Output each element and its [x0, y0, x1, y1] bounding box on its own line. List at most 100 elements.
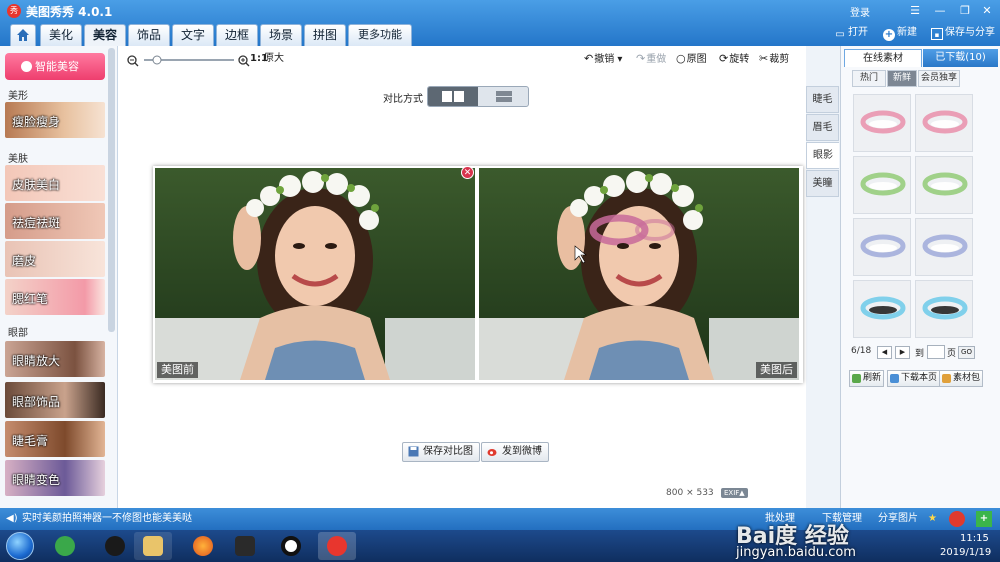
redo-icon: ↷ [636, 52, 646, 65]
download-page-button[interactable]: 下载本页 [887, 370, 941, 387]
split-horizontal-icon [496, 91, 512, 102]
eyeshadow-thumbnail[interactable] [915, 280, 973, 338]
crop-button[interactable]: ✂裁剪 [759, 52, 789, 67]
post-weibo-button[interactable]: 发到微博 [481, 442, 549, 462]
material-pack-button[interactable]: 素材包 [939, 370, 984, 387]
tab-accessories[interactable]: 饰品 [128, 24, 170, 46]
new-button[interactable]: + 新建 [883, 25, 917, 41]
eyeshadow-thumbnail[interactable] [853, 94, 911, 152]
compare-photo-frame: 美图前 ✕ 美图后 [153, 166, 803, 383]
eyeshadow-icon [922, 296, 968, 320]
firefox-icon [193, 536, 213, 556]
open-button[interactable]: ▭ 打开 [834, 25, 868, 41]
eyeshadow-thumbnail[interactable] [853, 280, 911, 338]
save-share-button[interactable]: ▪ 保存与分享 [931, 25, 995, 41]
eyeshadow-thumbnail[interactable] [915, 156, 973, 214]
sidebar-item-eye-enlarge[interactable]: 眼睛放大 [5, 341, 105, 377]
tab-online-materials[interactable]: 在线素材 [844, 49, 922, 67]
sidebar-item-skin-smoothing[interactable]: 磨皮 [5, 241, 105, 277]
smart-beauty-button[interactable]: 智能美容 [5, 53, 105, 80]
page-unit-label: 页 [947, 349, 957, 359]
sidebar-item-eye-accessories[interactable]: 眼部饰品 [5, 382, 105, 418]
taskbar-app-player[interactable] [226, 532, 264, 560]
refresh-button[interactable]: 刷新 [849, 370, 885, 387]
rotate-button[interactable]: ⟳旋转 [719, 52, 749, 67]
refresh-icon [852, 374, 861, 383]
compare-mode-toggle[interactable] [427, 86, 529, 107]
subtab-vip[interactable]: 会员独享 [918, 70, 960, 87]
compare-side-by-side-button[interactable] [428, 87, 478, 106]
maximize-button[interactable]: ❐ [955, 3, 975, 18]
redo-button[interactable]: ↷重做 [636, 52, 666, 67]
player-icon [235, 536, 255, 556]
sidebar-item-mascara[interactable]: 睫毛膏 [5, 421, 105, 457]
taskbar-app-explorer[interactable] [134, 532, 172, 560]
sidebar-item-slim-face[interactable]: 瘦脸瘦身 [5, 102, 105, 138]
undo-button[interactable]: ↶撤销 ▾ [584, 52, 622, 67]
tab-text[interactable]: 文字 [172, 24, 214, 46]
go-button[interactable]: GO [958, 346, 975, 359]
prev-page-button[interactable]: ◀ [877, 346, 892, 359]
after-label: 美图后 [756, 362, 797, 378]
meitu-icon [327, 536, 347, 556]
sidebar-item-acne-removal[interactable]: 祛痘祛斑 [5, 203, 105, 239]
eyeshadow-icon [860, 110, 906, 134]
tab-border[interactable]: 边框 [216, 24, 258, 46]
compare-mode-label: 对比方式 [383, 94, 423, 105]
eyeshadow-icon [922, 234, 968, 258]
taskbar-app-meitu[interactable] [318, 532, 356, 560]
tab-downloaded-materials[interactable]: 已下载(10) [923, 49, 998, 67]
tab-eyelash[interactable]: 睫毛 [806, 86, 839, 113]
subtab-hot[interactable]: 热门 [852, 70, 886, 87]
sidebar-scrollbar[interactable] [108, 48, 115, 332]
tab-beautify[interactable]: 美化 [40, 24, 82, 46]
tab-more[interactable]: 更多功能 ▾ [348, 24, 412, 61]
sidebar-item-eye-color[interactable]: 眼睛变色 [5, 460, 105, 496]
taskbar-app-firefox[interactable] [184, 532, 222, 560]
home-tab[interactable] [10, 24, 36, 46]
minimize-button[interactable]: — [930, 3, 950, 18]
tab-eyeshadow[interactable]: 眼影 [806, 142, 839, 169]
save-icon: ▪ [931, 28, 943, 40]
eyeshadow-thumbnail[interactable] [853, 156, 911, 214]
taskbar-app-360[interactable] [46, 532, 84, 560]
tab-scene[interactable]: 场景 [260, 24, 302, 46]
menu-icon[interactable]: ☰ [905, 3, 925, 18]
next-page-button[interactable]: ▶ [895, 346, 910, 359]
taskbar-app-recorder[interactable] [272, 532, 310, 560]
section-label-eyes: 眼部 [8, 328, 28, 339]
folder-icon [143, 536, 163, 556]
qq-icon [105, 536, 125, 556]
save-icon [408, 446, 419, 457]
tab-collage[interactable]: 拼图 [304, 24, 346, 46]
taskbar-app-qq[interactable] [96, 532, 134, 560]
status-tip[interactable]: 实时美颜拍照神器一不修图也能美美哒 [22, 508, 192, 530]
original-size-button[interactable]: 原大 [264, 52, 284, 66]
eye-makeup-tabs: 睫毛 眉毛 眼影 美瞳 [806, 86, 839, 206]
before-label: 美图前 [157, 362, 198, 378]
login-link[interactable]: 登录 [850, 4, 870, 19]
eyeshadow-thumbnail[interactable] [915, 94, 973, 152]
section-label-skin: 美肤 [8, 154, 28, 165]
portrait-after-image [479, 168, 799, 380]
eyeshadow-thumbnail[interactable] [915, 218, 973, 276]
tab-beauty[interactable]: 美容 [84, 24, 126, 48]
compare-top-bottom-button[interactable] [479, 87, 528, 106]
eyeshadow-icon [860, 234, 906, 258]
app-title: 美图秀秀 4.0.1 [26, 5, 113, 19]
tab-color-lens[interactable]: 美瞳 [806, 170, 839, 197]
save-compare-button[interactable]: 保存对比图 [402, 442, 480, 462]
page-number-input[interactable] [927, 345, 945, 359]
sidebar-item-skin-whitening[interactable]: 皮肤美白 [5, 165, 105, 201]
eyeshadow-thumbnail[interactable] [853, 218, 911, 276]
speaker-icon: ◀) [6, 513, 18, 524]
close-button[interactable]: ✕ [977, 3, 997, 18]
before-photo: 美图前 [155, 168, 475, 380]
exif-button[interactable]: EXIF▲ [721, 488, 748, 498]
start-button[interactable] [6, 532, 34, 560]
close-icon[interactable]: ✕ [461, 166, 474, 179]
sidebar-item-blush-pen[interactable]: 腮红笔 [5, 279, 105, 315]
subtab-fresh[interactable]: 新鲜 [887, 70, 917, 87]
original-button[interactable]: ○原图 [676, 52, 707, 67]
tab-eyebrow[interactable]: 眉毛 [806, 114, 839, 141]
